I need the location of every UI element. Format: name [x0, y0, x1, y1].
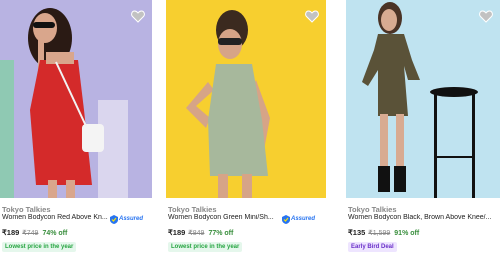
product-title-row: Women Bodycon Black, Brown Above Knee/..…: [348, 214, 500, 224]
assured-badge-icon: [282, 214, 290, 224]
product-grid: Tokyo Talkies Women Bodycon Red Above Kn…: [0, 0, 500, 254]
product-title[interactable]: Women Bodycon Red Above Kn...: [2, 214, 108, 221]
heart-icon[interactable]: [130, 8, 146, 24]
product-image[interactable]: [346, 0, 500, 198]
product-mrp: ₹749: [22, 230, 39, 237]
product-card[interactable]: Tokyo Talkies Women Bodycon Black, Brown…: [346, 0, 500, 254]
product-card[interactable]: Tokyo Talkies Women Bodycon Green Mini/S…: [166, 0, 326, 254]
product-discount: 74% off: [42, 230, 68, 237]
product-card[interactable]: Tokyo Talkies Women Bodycon Red Above Kn…: [0, 0, 152, 254]
product-title-row: Women Bodycon Red Above Kn... Assured: [2, 214, 152, 224]
price-row: ₹189 ₹849 77% off: [168, 228, 233, 237]
deal-tag: Early Bird Deal: [348, 242, 397, 252]
assured-label: Assured: [291, 216, 316, 222]
product-discount: 77% off: [208, 230, 234, 237]
product-photo-model-green-dress: [166, 0, 326, 198]
price-row: ₹135 ₹1,599 91% off: [348, 228, 419, 237]
product-mrp: ₹849: [188, 230, 205, 237]
product-title[interactable]: Women Bodycon Black, Brown Above Knee/..…: [348, 214, 498, 221]
product-photo-model-brown-dress: [346, 0, 500, 198]
product-title[interactable]: Women Bodycon Green Mini/Sh...: [168, 214, 280, 221]
product-mrp: ₹1,599: [368, 230, 391, 237]
assured-badge: Assured: [110, 214, 144, 224]
product-brand: Tokyo Talkies: [348, 205, 397, 214]
deal-tag: Lowest price in the year: [2, 242, 77, 252]
product-brand: Tokyo Talkies: [2, 205, 51, 214]
heart-icon[interactable]: [304, 8, 320, 24]
product-price: ₹189: [2, 228, 20, 237]
product-price: ₹189: [168, 228, 186, 237]
deal-tag: Lowest price in the year: [168, 242, 243, 252]
product-price: ₹135: [348, 228, 366, 237]
assured-label: Assured: [119, 216, 144, 222]
product-brand: Tokyo Talkies: [168, 205, 217, 214]
product-photo-model-red-dress: [0, 0, 152, 198]
price-row: ₹189 ₹749 74% off: [2, 228, 67, 237]
product-image[interactable]: [0, 0, 152, 198]
heart-icon[interactable]: [478, 8, 494, 24]
product-discount: 91% off: [394, 230, 420, 237]
assured-badge: Assured: [282, 214, 316, 224]
assured-badge-icon: [110, 214, 118, 224]
product-image[interactable]: [166, 0, 326, 198]
product-title-row: Women Bodycon Green Mini/Sh... Assured: [168, 214, 326, 224]
